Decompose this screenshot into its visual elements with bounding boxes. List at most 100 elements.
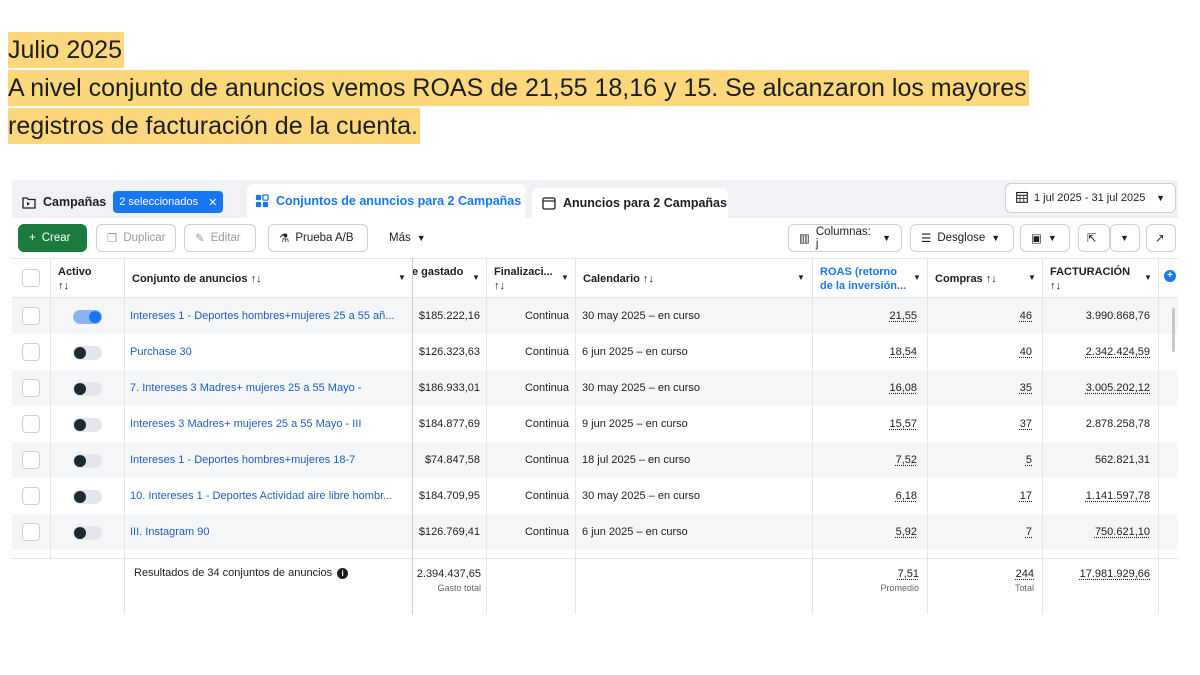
adset-name-link[interactable]: Purchase 30 bbox=[130, 334, 404, 370]
toggle-knob bbox=[74, 347, 86, 359]
chart-button[interactable]: ↗ bbox=[1146, 224, 1176, 252]
column-divider bbox=[575, 258, 576, 614]
row-checkbox[interactable] bbox=[22, 307, 40, 325]
tab-ads[interactable]: Anuncios para 2 Campañas bbox=[532, 188, 728, 218]
spent-cell: $126.323,63 bbox=[418, 346, 480, 358]
col-schedule[interactable]: Calendario ↑↓ bbox=[583, 272, 654, 286]
chevron-down-icon[interactable]: ▼ bbox=[1028, 273, 1036, 282]
table-row[interactable]: 10. Intereses 1 - Deportes Actividad air… bbox=[12, 478, 1178, 514]
chevron-down-icon: ▼ bbox=[1120, 233, 1129, 243]
export-icon: ⇱ bbox=[1087, 233, 1097, 245]
table-row[interactable]: Intereses 1 - Deportes hombres+mujeres 1… bbox=[12, 442, 1178, 478]
col-purchases-label: Compras bbox=[935, 273, 983, 285]
sort-icon[interactable]: ↑↓ bbox=[58, 279, 92, 293]
pencil-icon: ✎ bbox=[195, 233, 205, 245]
row-checkbox[interactable] bbox=[22, 343, 40, 361]
sort-icon[interactable]: ↑↓ bbox=[494, 279, 553, 293]
table-row[interactable]: 7. Intereses 3 Madres+ mujeres 25 a 55 M… bbox=[12, 370, 1178, 406]
ending-cell: Continua bbox=[524, 454, 569, 466]
close-icon[interactable]: ✕ bbox=[208, 196, 217, 209]
active-toggle[interactable] bbox=[73, 454, 102, 468]
info-icon[interactable]: i bbox=[337, 567, 349, 579]
row-checkbox[interactable] bbox=[22, 379, 40, 397]
note-line-2: A nivel conjunto de anuncios vemos ROAS … bbox=[8, 70, 1029, 106]
active-toggle[interactable] bbox=[73, 382, 102, 396]
select-all-checkbox[interactable] bbox=[22, 269, 40, 287]
revenue-cell: 1.141.597,78 bbox=[1085, 490, 1150, 502]
adset-name-link[interactable]: III. Instagram 90 bbox=[130, 514, 404, 550]
schedule-cell: 30 may 2025 – en curso bbox=[582, 310, 701, 322]
reports-button[interactable]: ▣ ▼ bbox=[1020, 224, 1070, 252]
chevron-down-icon[interactable]: ▼ bbox=[398, 273, 406, 282]
roas-cell: 18,54 bbox=[889, 346, 917, 358]
spent-cell: $185.222,16 bbox=[418, 310, 480, 322]
export-menu-button[interactable]: ▼ bbox=[1110, 224, 1140, 252]
active-toggle[interactable] bbox=[73, 310, 102, 324]
col-revenue[interactable]: FACTURACIÓN ↑↓ bbox=[1050, 265, 1130, 293]
scrollbar[interactable] bbox=[1172, 308, 1175, 352]
row-checkbox[interactable] bbox=[22, 487, 40, 505]
adsets-table: Activo ↑↓ Conjunto de anuncios ↑↓ ▼ e ga… bbox=[12, 258, 1178, 620]
chevron-down-icon[interactable]: ▼ bbox=[472, 273, 480, 282]
columns-button[interactable]: ▥ Columnas: j ▼ bbox=[788, 224, 902, 252]
export-button[interactable]: ⇱ bbox=[1078, 224, 1110, 252]
breakdown-label: Desglose bbox=[937, 232, 986, 244]
ab-test-button[interactable]: ⚗ Prueba A/B bbox=[268, 224, 368, 252]
col-revenue-label: FACTURACIÓN bbox=[1050, 266, 1131, 278]
adset-name-link[interactable]: Intereses 1 - Deportes hombres+mujeres 2… bbox=[130, 298, 404, 334]
chevron-down-icon[interactable]: ▼ bbox=[797, 273, 805, 282]
summary-label: Resultados de 34 conjuntos de anuncios i bbox=[134, 561, 349, 585]
selected-badge[interactable]: 2 seleccionados ✕ bbox=[113, 191, 224, 213]
sort-icon[interactable]: ↑↓ bbox=[643, 273, 654, 285]
row-checkbox[interactable] bbox=[22, 523, 40, 541]
revenue-cell: 2.342.424,59 bbox=[1085, 346, 1150, 358]
sort-icon[interactable]: ↑↓ bbox=[251, 273, 262, 285]
row-checkbox[interactable] bbox=[22, 451, 40, 469]
toggle-knob bbox=[74, 419, 86, 431]
toggle-knob bbox=[74, 527, 86, 539]
col-roas-label: ROAS (retorno bbox=[820, 266, 897, 278]
col-active[interactable]: Activo ↑↓ bbox=[58, 265, 92, 293]
purchases-cell: 37 bbox=[1019, 418, 1032, 430]
sort-icon[interactable]: ↑↓ bbox=[986, 273, 997, 285]
chevron-down-icon: ▼ bbox=[1156, 193, 1165, 203]
add-column-icon[interactable]: + bbox=[1164, 270, 1176, 282]
tab-campaigns[interactable]: Campañas 2 seleccionados ✕ bbox=[22, 186, 224, 218]
col-name[interactable]: Conjunto de anuncios ↑↓ bbox=[132, 272, 262, 286]
roas-cell: 16,08 bbox=[889, 382, 917, 394]
table-row[interactable]: III. Instagram 90 $126.769,41 Continua 6 ju… bbox=[12, 514, 1178, 550]
table-row[interactable]: Purchase 30 $126.323,63 Continua 6 jun 2025… bbox=[12, 334, 1178, 370]
breakdown-button[interactable]: ☰ Desglose ▼ bbox=[910, 224, 1014, 252]
date-range-picker[interactable]: 1 jul 2025 - 31 jul 2025 ▼ bbox=[1005, 183, 1176, 213]
table-row[interactable]: Intereses 3 Madres+ mujeres 25 a 55 Mayo… bbox=[12, 406, 1178, 442]
active-toggle[interactable] bbox=[73, 418, 102, 432]
active-toggle[interactable] bbox=[73, 526, 102, 540]
sort-icon[interactable]: ↑↓ bbox=[1050, 279, 1130, 293]
duplicate-button[interactable]: ❐ Duplicar bbox=[96, 224, 176, 252]
chart-icon: ↗ bbox=[1155, 233, 1165, 245]
chevron-down-icon[interactable]: ▼ bbox=[913, 273, 921, 282]
roas-cell: 15,57 bbox=[889, 418, 917, 430]
column-divider bbox=[812, 258, 813, 614]
tab-adsets[interactable]: Conjuntos de anuncios para 2 Campañas bbox=[247, 184, 525, 218]
create-button[interactable]: + Crear bbox=[18, 224, 87, 252]
adset-name-link[interactable]: 10. Intereses 1 - Deportes Actividad air… bbox=[130, 478, 404, 514]
chevron-down-icon[interactable]: ▼ bbox=[561, 273, 569, 282]
table-row[interactable]: Intereses 1 - Deportes hombres+mujeres 2… bbox=[12, 298, 1178, 334]
adset-name-link[interactable]: 7. Intereses 3 Madres+ mujeres 25 a 55 M… bbox=[130, 370, 404, 406]
summary-label-text: Resultados de 34 conjuntos de anuncios bbox=[134, 567, 333, 579]
adset-name-link[interactable]: Intereses 3 Madres+ mujeres 25 a 55 Mayo… bbox=[130, 406, 404, 442]
col-purchases[interactable]: Compras ↑↓ bbox=[935, 272, 997, 286]
ab-test-label: Prueba A/B bbox=[295, 232, 354, 244]
more-button[interactable]: Más ▼ bbox=[378, 224, 434, 252]
row-checkbox[interactable] bbox=[22, 415, 40, 433]
col-roas[interactable]: ROAS (retorno de la inversión... bbox=[820, 265, 906, 293]
roas-cell: 5,92 bbox=[895, 526, 917, 538]
adset-name-link[interactable]: Intereses 1 - Deportes hombres+mujeres 1… bbox=[130, 442, 404, 478]
edit-button[interactable]: ✎ Editar bbox=[184, 224, 256, 252]
col-spent[interactable]: e gastado bbox=[412, 265, 463, 279]
col-ending[interactable]: Finalizaci... ↑↓ bbox=[494, 265, 553, 293]
chevron-down-icon[interactable]: ▼ bbox=[1144, 273, 1152, 282]
active-toggle[interactable] bbox=[73, 490, 102, 504]
active-toggle[interactable] bbox=[73, 346, 102, 360]
